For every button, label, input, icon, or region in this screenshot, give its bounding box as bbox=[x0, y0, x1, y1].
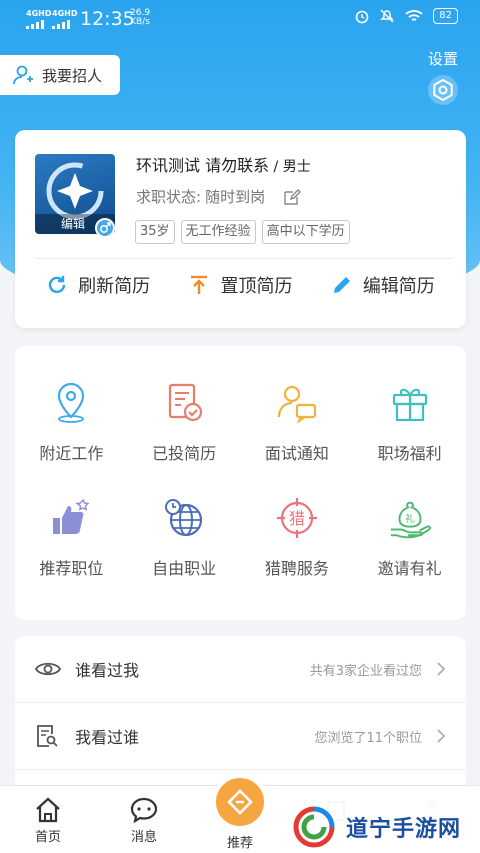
watermark: 道宁手游网 bbox=[280, 800, 480, 853]
globe-clock-icon bbox=[161, 495, 207, 541]
chevron-right-icon bbox=[437, 662, 446, 676]
resume-actions: 刷新简历 置顶简历 编辑简历 bbox=[15, 272, 466, 298]
grid-item-freelance[interactable]: 自由职业 bbox=[128, 469, 241, 592]
top-resume-button[interactable]: 置顶简历 bbox=[188, 272, 292, 298]
hunt-target-icon: 猎 bbox=[274, 495, 320, 541]
job-status-label: 求职状态: bbox=[136, 188, 202, 206]
tag-experience: 无工作经验 bbox=[180, 220, 256, 244]
refresh-resume-button[interactable]: 刷新简历 bbox=[46, 272, 150, 298]
tab-label: 消息 bbox=[130, 830, 157, 845]
resume-check-icon bbox=[161, 380, 207, 426]
name-separator: / bbox=[269, 159, 283, 175]
tab-recommend-label: 推荐 bbox=[226, 836, 253, 851]
pin-top-icon bbox=[191, 275, 208, 294]
tab-messages[interactable]: 消息 bbox=[114, 794, 174, 845]
net-speed: 26.9 KB/s bbox=[130, 9, 150, 27]
grid-item-recommended-jobs[interactable]: 推荐职位 bbox=[15, 469, 128, 592]
feature-grid: 附近工作 已投简历 面试通知 职场福利 推荐职位 自由职业 猎 猎聘服务 礼 邀… bbox=[15, 346, 466, 592]
alarm-icon bbox=[355, 10, 369, 24]
home-icon bbox=[18, 794, 78, 826]
grid-label: 职场福利 bbox=[377, 444, 442, 463]
grid-item-headhunting[interactable]: 猎 猎聘服务 bbox=[241, 469, 354, 592]
pencil-icon bbox=[333, 277, 350, 293]
tab-label: 首页 bbox=[34, 830, 61, 845]
list-desc: 您浏览了11个职位 bbox=[314, 730, 422, 746]
job-status[interactable]: 求职状态: 随时到岗 bbox=[136, 186, 302, 207]
refresh-icon bbox=[48, 276, 66, 294]
list-item-who-viewed-me[interactable]: 谁看过我 共有3家企业看过您 bbox=[15, 636, 466, 703]
grid-label: 面试通知 bbox=[264, 444, 329, 463]
interview-chat-icon bbox=[274, 380, 320, 426]
eye-icon bbox=[35, 659, 65, 679]
network-type-1: 4GHD bbox=[26, 9, 52, 18]
recruit-label: 我要招人 bbox=[42, 66, 103, 85]
grid-label: 自由职业 bbox=[152, 559, 217, 578]
signal-bars-icon bbox=[26, 19, 51, 29]
profile-tags: 35岁 无工作经验 高中以下学历 bbox=[135, 220, 350, 244]
status-icons: 82 bbox=[354, 8, 458, 24]
money-bag-hand-icon: 礼 bbox=[387, 495, 433, 541]
grid-item-sent-resumes[interactable]: 已投简历 bbox=[128, 346, 241, 469]
settings-button[interactable]: 设置 bbox=[420, 48, 466, 105]
tag-education: 高中以下学历 bbox=[261, 220, 350, 244]
tab-home[interactable]: 首页 bbox=[18, 794, 78, 845]
clock: 12:35 bbox=[80, 8, 135, 30]
signal-1: 4GHD bbox=[26, 10, 51, 29]
list-desc: 共有3家企业看过您 bbox=[309, 663, 422, 679]
diamond-icon bbox=[227, 789, 253, 815]
profile-card: 编辑 环讯测试 请勿联系 / 男士 求职状态: 随时到岗 35岁 无工作经验 高… bbox=[15, 130, 466, 328]
grid-item-invite-gift[interactable]: 礼 邀请有礼 bbox=[353, 469, 466, 592]
gear-icon bbox=[428, 75, 458, 105]
signal-2: 4GHD bbox=[52, 10, 77, 29]
recruit-button[interactable]: 我要招人 bbox=[0, 55, 120, 95]
tab-recommend[interactable] bbox=[212, 774, 268, 830]
edit-status-icon bbox=[284, 188, 302, 205]
gift-icon bbox=[387, 380, 433, 426]
edit-resume-button[interactable]: 编辑简历 bbox=[331, 272, 435, 298]
grid-item-nearby-jobs[interactable]: 附近工作 bbox=[15, 346, 128, 469]
male-icon bbox=[95, 218, 115, 238]
user-add-icon bbox=[13, 65, 33, 85]
list-title: 谁看过我 bbox=[75, 661, 140, 680]
job-status-value: 随时到岗 bbox=[205, 188, 266, 206]
list-item-who-i-viewed[interactable]: 我看过谁 您浏览了11个职位 bbox=[15, 703, 466, 770]
list-title: 我看过谁 bbox=[75, 728, 140, 747]
profile-name: 环讯测试 请勿联系 bbox=[136, 156, 270, 175]
location-pin-icon bbox=[48, 380, 94, 426]
grid-label: 邀请有礼 bbox=[377, 559, 442, 578]
divider bbox=[35, 258, 453, 259]
refresh-label: 刷新简历 bbox=[78, 276, 151, 297]
grid-label: 已投简历 bbox=[152, 444, 217, 463]
speed-unit: KB/s bbox=[130, 17, 150, 27]
profile-name-line: 环讯测试 请勿联系 / 男士 bbox=[136, 152, 311, 176]
grid-label: 猎聘服务 bbox=[264, 559, 329, 578]
tag-age: 35岁 bbox=[135, 220, 175, 244]
top-label: 置顶简历 bbox=[220, 276, 293, 297]
watermark-text: 道宁手游网 bbox=[346, 816, 462, 842]
settings-label: 设置 bbox=[427, 50, 458, 68]
feature-grid-card: 附近工作 已投简历 面试通知 职场福利 推荐职位 自由职业 猎 猎聘服务 礼 邀… bbox=[15, 346, 466, 620]
hunt-char: 猎 bbox=[289, 509, 305, 528]
grid-label: 推荐职位 bbox=[39, 559, 104, 578]
battery-icon: 82 bbox=[433, 8, 458, 24]
visit-list-card: 谁看过我 共有3家企业看过您 我看过谁 您浏览了11个职位 bbox=[15, 636, 466, 796]
status-bar: 4GHD 4GHD 12:35 26.9 KB/s 82 bbox=[0, 0, 480, 38]
thumbs-up-star-icon bbox=[48, 495, 94, 541]
edit-label: 编辑简历 bbox=[362, 276, 435, 297]
document-search-icon bbox=[35, 724, 65, 748]
chat-bubble-icon bbox=[114, 794, 174, 826]
grid-item-interview-notice[interactable]: 面试通知 bbox=[241, 346, 354, 469]
grid-item-workplace-benefits[interactable]: 职场福利 bbox=[353, 346, 466, 469]
grid-label: 附近工作 bbox=[39, 444, 104, 463]
profile-gender: 男士 bbox=[282, 159, 311, 175]
wifi-icon bbox=[405, 10, 423, 21]
gift-char: 礼 bbox=[405, 513, 415, 525]
network-type-2: 4GHD bbox=[52, 9, 78, 18]
chevron-right-icon bbox=[437, 729, 446, 743]
mute-icon bbox=[380, 9, 395, 23]
watermark-logo-icon bbox=[293, 806, 335, 847]
signal-bars-icon bbox=[52, 19, 77, 29]
